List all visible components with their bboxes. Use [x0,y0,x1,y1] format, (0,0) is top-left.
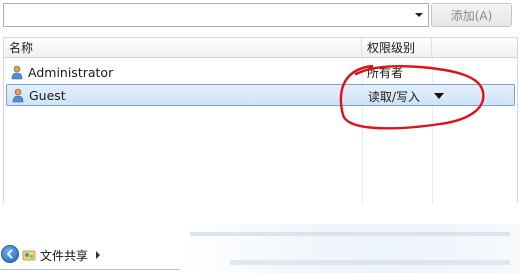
table-row[interactable]: Administrator 所有者 [6,62,515,84]
breadcrumb-item[interactable]: 文件共享 [40,247,88,264]
user-combo-box[interactable] [3,3,429,27]
user-name: Administrator [28,65,114,80]
chevron-right-icon[interactable] [96,251,101,259]
permissions-list: 名称 权限级别 Administrator 所有者 Guest 读取/写入 [3,37,518,204]
list-header: 名称 权限级别 [4,38,517,58]
breadcrumb[interactable]: 文件共享 [22,245,101,265]
dropdown-arrow-icon[interactable] [434,93,445,99]
background-text-line [230,260,510,265]
divider [0,269,180,270]
background-text-line [190,232,510,236]
explorer-navigation: 文件共享 [0,239,180,273]
permission-level: 读取/写入 [368,89,421,104]
file-sharing-icon [22,250,36,261]
table-row[interactable]: Guest 读取/写入 [6,84,515,106]
back-button[interactable] [1,245,19,263]
user-icon [12,88,24,103]
file-sharing-dialog: 添加(A) 名称 权限级别 Administrator 所有者 Guest 读取… [0,0,520,273]
user-name: Guest [29,88,66,103]
column-header-permission[interactable]: 权限级别 [362,38,432,58]
permission-dropdown[interactable]: 读取/写入 [368,87,445,105]
user-icon [11,65,23,80]
add-button[interactable]: 添加(A) [431,3,512,27]
column-header-name[interactable]: 名称 [4,38,362,58]
permission-level: 所有者 [367,66,404,80]
chevron-down-icon[interactable] [412,6,426,24]
back-arrow-icon [7,249,13,259]
